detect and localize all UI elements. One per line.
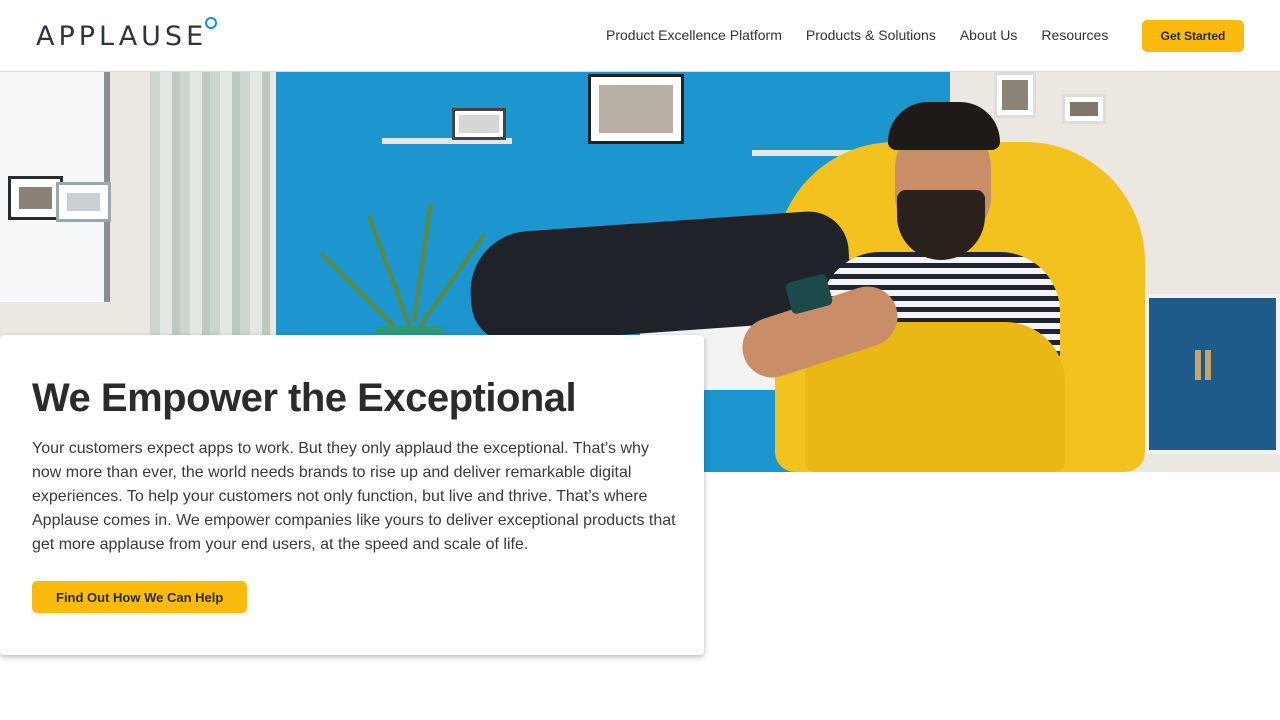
hero-photo-frame (8, 176, 63, 220)
applause-logo[interactable]: APPLAUSE (36, 17, 218, 52)
get-started-button[interactable]: Get Started (1142, 20, 1244, 52)
hero-content-card: We Empower the Exceptional Your customer… (0, 335, 704, 655)
hero-photo-frame (56, 182, 111, 222)
nav-resources[interactable]: Resources (1041, 24, 1108, 46)
site-header: APPLAUSE Product Excellence Platform Pro… (0, 0, 1280, 72)
nav-about-us[interactable]: About Us (960, 24, 1018, 46)
nav-products-solutions[interactable]: Products & Solutions (806, 24, 936, 46)
main-nav: Product Excellence Platform Products & S… (606, 24, 1132, 46)
hero-wall-frame (994, 72, 1036, 118)
nav-product-excellence-platform[interactable]: Product Excellence Platform (606, 24, 782, 46)
hero-wall-frame (588, 74, 684, 144)
logo-wordmark: APPLAUSE (36, 21, 208, 52)
logo-ring-icon (205, 17, 218, 29)
hero-person-hair (888, 102, 1000, 150)
hero-wall-frame (452, 108, 506, 140)
hero-wall-frame (1062, 94, 1106, 124)
find-out-how-button[interactable]: Find Out How We Can Help (32, 581, 248, 613)
hero-cabinet (1145, 294, 1280, 454)
hero-title: We Empower the Exceptional (32, 376, 577, 420)
hero-body-text: Your customers expect apps to work. But … (32, 440, 676, 553)
